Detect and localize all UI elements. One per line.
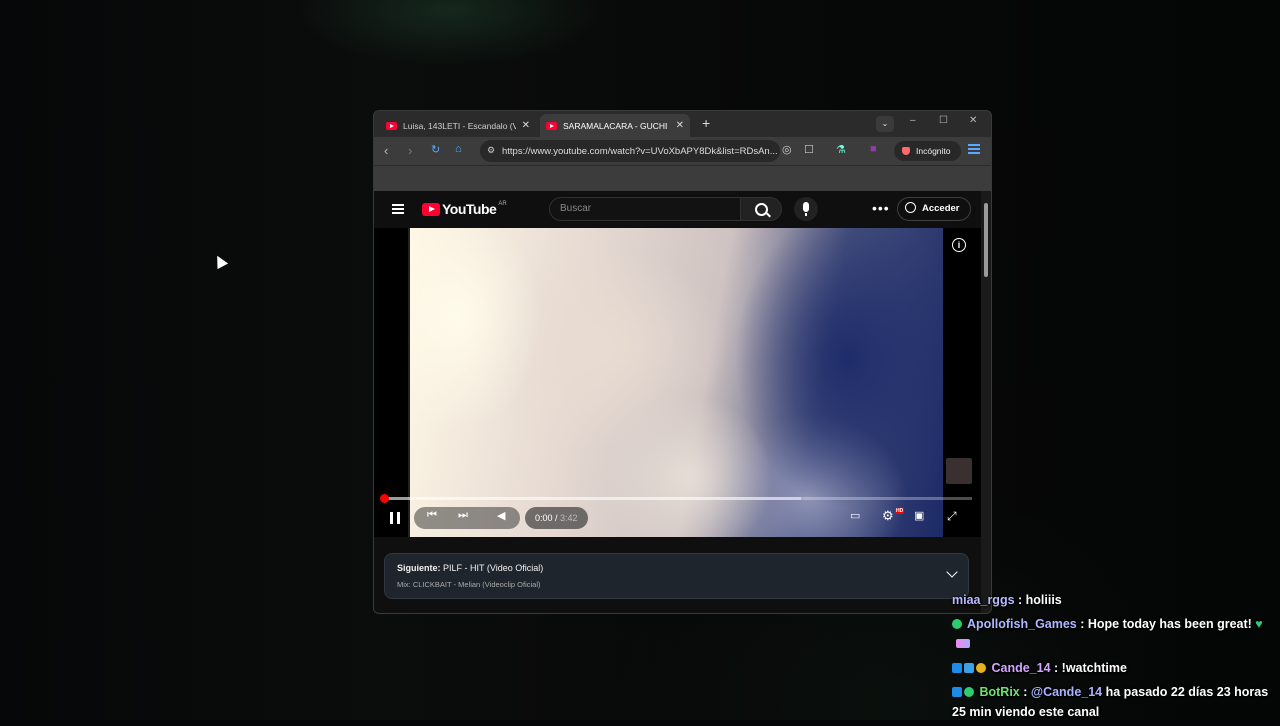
site-info-icon[interactable]: ⚙ [487,145,495,156]
previous-icon[interactable]: ⏮ [427,509,437,522]
maximize-button[interactable]: ☐ [939,115,948,126]
browser-menu-icon[interactable] [968,144,980,154]
verified-badge-icon [964,687,974,697]
settings-icon[interactable]: ⚙ [882,508,894,524]
tab-strip: Luisa, 143LETI - Escandalo (Vide ✕ SARAM… [374,111,991,137]
up-next-title: Siguiente: PILF - HIT (Video Oficial) [397,563,543,573]
duration: 3:42 [560,513,578,523]
youtube-logo[interactable]: YouTube AR [422,201,507,217]
youtube-favicon-icon [546,121,557,130]
video-edge [408,228,410,537]
next-icon[interactable]: ⏭ [458,509,468,522]
verified-badge-icon [952,619,962,629]
tab-search-icon[interactable]: ⌄ [876,116,894,132]
chevron-down-icon[interactable] [946,566,958,578]
minimize-button[interactable]: – [910,115,916,126]
vip-badge-icon [952,663,962,673]
tracking-protection-icon[interactable]: ◎ [782,143,792,156]
chat-separator: : [1019,685,1031,699]
youtube-favicon-icon [386,121,397,130]
progress-bar[interactable] [384,497,972,500]
guide-menu-icon[interactable] [392,204,404,214]
search-icon [755,203,768,216]
chat-message: BotRix : @Cande_14 ha pasado 22 días 23 … [952,682,1280,722]
logo-text: YouTube [442,201,497,217]
tab-title: SARAMALACARA - GUCHI [563,120,668,131]
chat-separator: : [1050,661,1062,675]
browser-window: Luisa, 143LETI - Escandalo (Vide ✕ SARAM… [373,110,992,614]
chat-message: Cande_14 : !watchtime [952,658,1280,678]
home-icon[interactable]: ⌂ [455,143,462,155]
reload-icon[interactable]: ↻ [431,143,440,156]
up-next-label: Siguiente: [397,563,441,573]
chat-username: Cande_14 [991,661,1051,675]
new-tab-button[interactable]: + [702,115,710,131]
country-code: AR [498,201,507,207]
pause-button[interactable] [390,512,400,524]
emote-icon [956,639,970,648]
video-frame[interactable] [408,228,943,537]
address-bar[interactable]: ⚙ https://www.youtube.com/watch?v=UVoXbA… [480,140,780,162]
chat-separator: : [1014,593,1026,607]
tab-luisa[interactable]: Luisa, 143LETI - Escandalo (Vide ✕ [380,114,536,137]
close-tab-icon[interactable]: ✕ [676,120,684,131]
chat-text: !watchtime [1061,661,1127,675]
chat-text: holiiis [1025,593,1062,607]
stream-chat-overlay: miaa_rggs : holiiis Apollofish_Games : H… [952,590,1280,726]
up-next-video-title: PILF - HIT (Video Oficial) [443,563,544,573]
search-button[interactable] [740,197,782,221]
chat-separator: : [1076,617,1088,631]
theater-mode-icon[interactable]: ▣ [914,509,924,522]
cube-badge-icon [964,663,974,673]
back-icon[interactable]: ‹ [384,143,388,158]
up-next-panel[interactable]: Siguiente: PILF - HIT (Video Oficial) Mi… [384,553,969,599]
chat-message: miaa_rggs : holiiis [952,590,1280,610]
search-input[interactable]: Buscar [549,197,741,221]
subtitles-icon[interactable]: ▭ [850,509,860,522]
voice-search-icon[interactable] [794,197,818,221]
sign-in-button[interactable]: Acceder [897,197,971,221]
chat-mention: @Cande_14 [1030,685,1103,699]
fullscreen-icon[interactable]: ⤢ [947,509,957,524]
scrubber-handle[interactable] [380,494,389,503]
up-next-subtitle: Mix: CLICKBAIT - Melian (Videoclip Ofici… [397,580,541,589]
incognito-badge[interactable]: Incógnito [894,141,961,161]
end-card-thumbnail[interactable] [946,458,972,484]
youtube-page: YouTube AR Buscar ••• Acceder i ⏮ ⏭ ◀ 0:… [374,191,981,613]
video-player[interactable]: i ⏮ ⏭ ◀ 0:00 / 3:42 ▭ ⚙ HD ▣ ⤢ [374,228,981,537]
chat-message: Apollofish_Games : Hope today has been g… [952,614,1280,654]
chat-username: miaa_rggs [952,593,1015,607]
tab-title: Luisa, 143LETI - Escandalo (Vide [403,120,516,131]
browser-toolbar: ‹ › ↻ ⌂ ⚙ https://www.youtube.com/watch?… [374,137,991,165]
scrollbar-thumb[interactable] [984,203,988,277]
heart-icon: ♥ [1255,617,1263,631]
extension-icon[interactable]: ■ [870,143,877,155]
hd-badge: HD [895,508,905,514]
page-scrollbar[interactable] [981,191,991,613]
close-tab-icon[interactable]: ✕ [522,120,530,131]
chat-username: BotRix [979,685,1020,699]
vip-badge-icon [952,687,962,697]
bookmark-icon[interactable]: ☐ [804,143,814,156]
time-display: 0:00 / 3:42 [525,507,588,529]
youtube-play-icon [422,202,440,216]
chat-text: Hope today has been great! [1087,617,1252,631]
close-window-button[interactable]: ✕ [969,115,977,126]
tab-saramalacara[interactable]: SARAMALACARA - GUCHI ✕ [540,114,690,137]
info-bar [374,165,991,191]
url-text: https://www.youtube.com/watch?v=UVoXbAPY… [502,145,778,157]
labs-icon[interactable]: ⚗ [836,143,846,156]
volume-icon[interactable]: ◀ [497,509,505,522]
buffered-bar [384,497,802,500]
more-options-icon[interactable]: ••• [872,200,890,216]
info-icon[interactable]: i [952,238,966,252]
subscriber-badge-icon [976,663,986,673]
current-time: 0:00 [535,513,553,523]
forward-icon[interactable]: › [408,143,412,158]
time-separator: / [552,513,561,523]
chat-username: Apollofish_Games [967,617,1077,631]
